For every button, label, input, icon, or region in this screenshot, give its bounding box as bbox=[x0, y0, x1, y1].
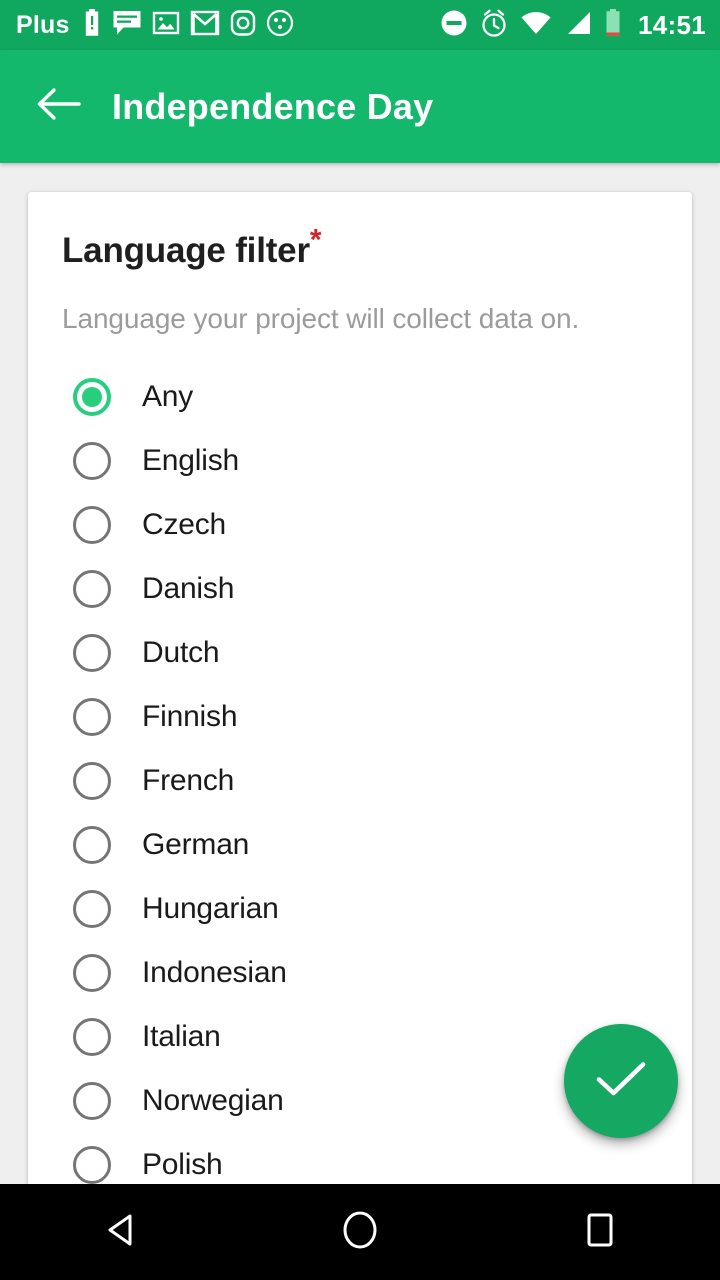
required-asterisk: * bbox=[309, 223, 322, 257]
radio-icon-selected[interactable] bbox=[73, 378, 111, 416]
radio-icon[interactable] bbox=[73, 698, 111, 736]
radio-row-polish[interactable]: Polish bbox=[28, 1133, 692, 1184]
status-bar-right-group: 14:51 bbox=[440, 8, 706, 43]
radio-row-czech[interactable]: Czech bbox=[28, 493, 692, 557]
radio-icon[interactable] bbox=[73, 1146, 111, 1184]
wifi-icon bbox=[520, 10, 552, 41]
page-title: Independence Day bbox=[112, 85, 434, 127]
radio-icon[interactable] bbox=[73, 1082, 111, 1120]
message-icon bbox=[112, 9, 142, 42]
radio-label: Any bbox=[142, 380, 194, 413]
radio-label: Danish bbox=[142, 572, 235, 605]
radio-label: Hungarian bbox=[142, 892, 279, 925]
arrow-back-icon bbox=[35, 84, 81, 129]
radio-label: French bbox=[142, 764, 235, 797]
radio-icon[interactable] bbox=[73, 890, 111, 928]
nav-home-button[interactable] bbox=[300, 1184, 420, 1280]
radio-row-danish[interactable]: Danish bbox=[28, 557, 692, 621]
check-icon bbox=[593, 1056, 649, 1107]
radio-label: English bbox=[142, 444, 239, 477]
radio-icon[interactable] bbox=[73, 442, 111, 480]
status-bar-clock: 14:51 bbox=[638, 10, 706, 40]
card-title: Language filter* bbox=[62, 225, 692, 270]
radio-row-german[interactable]: German bbox=[28, 813, 692, 877]
radio-row-hungarian[interactable]: Hungarian bbox=[28, 877, 692, 941]
back-button[interactable] bbox=[30, 79, 86, 135]
radio-icon[interactable] bbox=[73, 1018, 111, 1056]
system-navigation-bar bbox=[0, 1184, 720, 1280]
carrier-label: Plus bbox=[16, 10, 70, 39]
alarm-icon bbox=[480, 8, 508, 43]
radio-icon[interactable] bbox=[73, 954, 111, 992]
confirm-fab[interactable] bbox=[564, 1024, 678, 1138]
radio-icon[interactable] bbox=[73, 826, 111, 864]
radio-label: Norwegian bbox=[142, 1084, 284, 1117]
signal-icon bbox=[564, 10, 592, 41]
app-bar: Independence Day bbox=[0, 50, 720, 163]
photo-icon bbox=[152, 9, 180, 42]
nav-recents-button[interactable] bbox=[540, 1184, 660, 1280]
card-subtitle: Language your project will collect data … bbox=[62, 303, 580, 334]
status-bar: Plus 14:51 bbox=[0, 0, 720, 50]
radio-label: Italian bbox=[142, 1020, 221, 1053]
radio-row-any[interactable]: Any bbox=[28, 365, 692, 429]
back-triangle-icon bbox=[103, 1210, 137, 1255]
status-bar-left-group: Plus bbox=[16, 8, 294, 43]
radio-label: Finnish bbox=[142, 700, 238, 733]
do-not-disturb-icon bbox=[440, 9, 468, 42]
nav-back-button[interactable] bbox=[60, 1184, 180, 1280]
recents-square-icon bbox=[583, 1208, 617, 1257]
radio-row-french[interactable]: French bbox=[28, 749, 692, 813]
radio-icon[interactable] bbox=[73, 762, 111, 800]
home-circle-icon bbox=[341, 1208, 379, 1257]
circle-dots-icon bbox=[266, 9, 294, 42]
radio-row-dutch[interactable]: Dutch bbox=[28, 621, 692, 685]
radio-label: Indonesian bbox=[142, 956, 287, 989]
instagram-icon bbox=[230, 9, 256, 42]
radio-icon[interactable] bbox=[73, 634, 111, 672]
radio-label: Dutch bbox=[142, 636, 220, 669]
battery-alert-icon bbox=[82, 8, 102, 43]
radio-row-english[interactable]: English bbox=[28, 429, 692, 493]
radio-icon[interactable] bbox=[73, 570, 111, 608]
radio-label: Czech bbox=[142, 508, 227, 541]
radio-icon[interactable] bbox=[73, 506, 111, 544]
radio-label: German bbox=[142, 828, 250, 861]
radio-row-indonesian[interactable]: Indonesian bbox=[28, 941, 692, 1005]
card-title-text: Language filter bbox=[62, 231, 310, 270]
battery-icon bbox=[604, 8, 622, 43]
radio-label: Polish bbox=[142, 1148, 223, 1181]
android-screen: Plus 14:51 Independence Day Language fil… bbox=[0, 0, 720, 1280]
radio-row-finnish[interactable]: Finnish bbox=[28, 685, 692, 749]
gmail-icon bbox=[190, 9, 220, 42]
